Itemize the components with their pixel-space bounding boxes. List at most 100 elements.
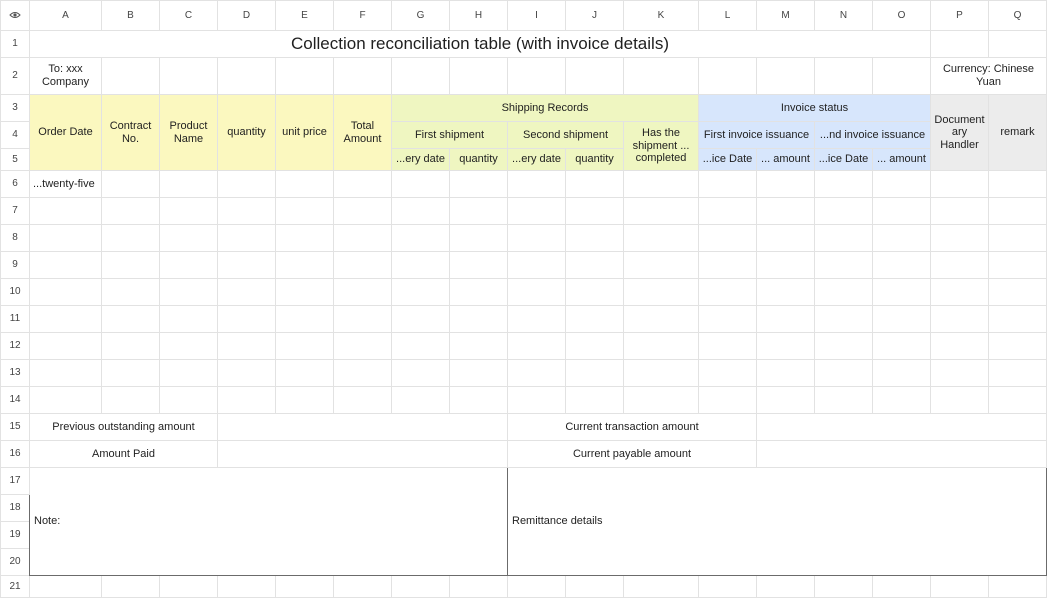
cell[interactable] bbox=[101, 386, 160, 414]
cell[interactable] bbox=[930, 575, 989, 598]
cell[interactable] bbox=[698, 57, 757, 95]
column-header-b[interactable]: B bbox=[101, 0, 160, 31]
cell[interactable] bbox=[872, 332, 931, 360]
column-header-p[interactable]: P bbox=[930, 0, 989, 31]
cell[interactable] bbox=[988, 278, 1047, 306]
product-name-header[interactable]: Product Name bbox=[159, 94, 218, 171]
cell[interactable] bbox=[507, 197, 566, 225]
row-header[interactable]: 18 bbox=[0, 494, 30, 522]
documentary-handler-header[interactable]: Document ary Handler bbox=[930, 94, 989, 171]
row-header[interactable]: 9 bbox=[0, 251, 30, 279]
cell[interactable] bbox=[333, 197, 392, 225]
cell[interactable] bbox=[449, 278, 508, 306]
cell[interactable] bbox=[507, 305, 566, 333]
cell[interactable] bbox=[507, 170, 566, 198]
cell[interactable] bbox=[565, 278, 624, 306]
cell[interactable] bbox=[565, 251, 624, 279]
cell[interactable] bbox=[391, 359, 450, 387]
cell[interactable] bbox=[275, 278, 334, 306]
delivery-date-2-header[interactable]: ...ery date bbox=[507, 148, 566, 171]
cell[interactable] bbox=[159, 251, 218, 279]
cell[interactable] bbox=[814, 197, 873, 225]
row-header[interactable]: 8 bbox=[0, 224, 30, 252]
cell[interactable] bbox=[275, 251, 334, 279]
cell[interactable] bbox=[29, 332, 102, 360]
eye-icon[interactable] bbox=[9, 11, 21, 19]
cell[interactable] bbox=[449, 359, 508, 387]
cell[interactable] bbox=[623, 170, 699, 198]
cell[interactable] bbox=[623, 575, 699, 598]
row-header[interactable]: 15 bbox=[0, 413, 30, 441]
cell[interactable] bbox=[930, 30, 989, 58]
cell[interactable] bbox=[333, 224, 392, 252]
cell[interactable] bbox=[930, 359, 989, 387]
cell[interactable] bbox=[101, 575, 160, 598]
cell[interactable] bbox=[275, 197, 334, 225]
sheet-title[interactable]: Collection reconciliation table (with in… bbox=[29, 30, 931, 58]
cell[interactable] bbox=[217, 359, 276, 387]
current-payable-value[interactable] bbox=[756, 440, 1047, 468]
cell[interactable] bbox=[814, 170, 873, 198]
cell[interactable] bbox=[159, 224, 218, 252]
cell[interactable] bbox=[275, 359, 334, 387]
cell[interactable] bbox=[698, 359, 757, 387]
cell[interactable] bbox=[698, 251, 757, 279]
unit-price-header[interactable]: unit price bbox=[275, 94, 334, 171]
cell[interactable] bbox=[872, 278, 931, 306]
invoice-date-2-header[interactable]: ...ice Date bbox=[814, 148, 873, 171]
cell[interactable] bbox=[756, 170, 815, 198]
cell[interactable] bbox=[623, 224, 699, 252]
cell[interactable] bbox=[930, 251, 989, 279]
previous-outstanding-label[interactable]: Previous outstanding amount bbox=[29, 413, 218, 441]
column-header-o[interactable]: O bbox=[872, 0, 931, 31]
currency-cell[interactable]: Currency: Chinese Yuan bbox=[930, 57, 1047, 95]
cell[interactable] bbox=[29, 359, 102, 387]
cell[interactable] bbox=[872, 251, 931, 279]
cell[interactable] bbox=[333, 575, 392, 598]
order-date-cell[interactable]: ...twenty-five bbox=[29, 170, 102, 198]
cell[interactable] bbox=[565, 332, 624, 360]
cell[interactable] bbox=[29, 251, 102, 279]
cell[interactable] bbox=[159, 305, 218, 333]
cell[interactable] bbox=[756, 332, 815, 360]
row-header[interactable]: 12 bbox=[0, 332, 30, 360]
cell[interactable] bbox=[814, 305, 873, 333]
cell[interactable] bbox=[756, 305, 815, 333]
cell[interactable] bbox=[29, 278, 102, 306]
column-header-i[interactable]: I bbox=[507, 0, 566, 31]
cell[interactable] bbox=[565, 170, 624, 198]
cell[interactable] bbox=[101, 57, 160, 95]
cell[interactable] bbox=[159, 386, 218, 414]
row-header[interactable]: 20 bbox=[0, 548, 30, 576]
cell[interactable] bbox=[623, 278, 699, 306]
cell[interactable] bbox=[101, 224, 160, 252]
cell[interactable] bbox=[930, 197, 989, 225]
cell[interactable] bbox=[275, 305, 334, 333]
quantity-1-header[interactable]: quantity bbox=[449, 148, 508, 171]
cell[interactable] bbox=[159, 57, 218, 95]
cell[interactable] bbox=[449, 197, 508, 225]
cell[interactable] bbox=[930, 170, 989, 198]
cell[interactable] bbox=[507, 359, 566, 387]
second-shipment-header[interactable]: Second shipment bbox=[507, 121, 624, 149]
cell[interactable] bbox=[275, 575, 334, 598]
column-header-j[interactable]: J bbox=[565, 0, 624, 31]
cell[interactable] bbox=[930, 224, 989, 252]
column-header-g[interactable]: G bbox=[391, 0, 450, 31]
cell[interactable] bbox=[449, 575, 508, 598]
cell[interactable] bbox=[217, 251, 276, 279]
cell[interactable] bbox=[101, 332, 160, 360]
cell[interactable] bbox=[565, 359, 624, 387]
cell[interactable] bbox=[623, 386, 699, 414]
cell[interactable] bbox=[930, 278, 989, 306]
cell[interactable] bbox=[623, 251, 699, 279]
row-header[interactable]: 6 bbox=[0, 170, 30, 198]
invoice-amount-2-header[interactable]: ... amount bbox=[872, 148, 931, 171]
cell[interactable] bbox=[507, 57, 566, 95]
cell[interactable] bbox=[623, 57, 699, 95]
quantity-2-header[interactable]: quantity bbox=[565, 148, 624, 171]
cell[interactable] bbox=[814, 386, 873, 414]
current-payable-label[interactable]: Current payable amount bbox=[507, 440, 757, 468]
cell[interactable] bbox=[217, 57, 276, 95]
remark-header[interactable]: remark bbox=[988, 94, 1047, 171]
